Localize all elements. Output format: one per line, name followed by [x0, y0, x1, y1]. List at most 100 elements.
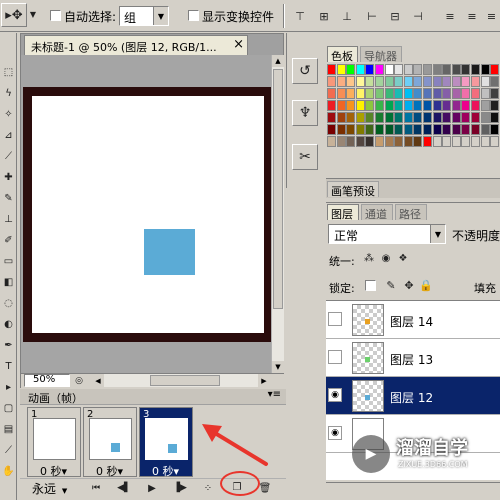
color-swatch[interactable] [375, 64, 384, 75]
color-swatch[interactable] [451, 112, 461, 123]
color-swatch[interactable] [403, 88, 413, 99]
align-bottom-icon[interactable]: ⊥ [337, 6, 357, 26]
color-swatch[interactable] [471, 76, 480, 87]
color-swatch[interactable] [346, 76, 356, 87]
crop-tool-icon[interactable]: ⊿ [0, 125, 17, 146]
play-icon[interactable]: ▶ [142, 480, 162, 496]
color-swatch[interactable] [461, 88, 471, 99]
color-swatch[interactable] [394, 100, 404, 111]
type-tool-icon[interactable]: T [0, 356, 17, 377]
animation-frame[interactable]: 20 秒▾ [83, 407, 137, 479]
color-swatch[interactable] [451, 124, 461, 135]
color-swatch[interactable] [403, 100, 413, 111]
magic-wand-tool-icon[interactable]: ✧ [0, 104, 17, 125]
color-swatch[interactable] [490, 100, 500, 111]
zoom-field[interactable]: 50% [24, 374, 70, 387]
color-swatch[interactable] [336, 64, 346, 75]
color-swatch[interactable] [461, 100, 471, 111]
color-swatch[interactable] [461, 136, 471, 147]
history-brush-tool-icon[interactable]: ✐ [0, 230, 17, 251]
color-swatch[interactable] [480, 136, 490, 147]
color-swatch[interactable] [442, 100, 452, 111]
color-swatch[interactable] [442, 112, 452, 123]
history-icon[interactable]: ↺ [292, 58, 318, 84]
unify-visibility-icon[interactable]: ◉ [379, 251, 393, 265]
tab-brush-presets[interactable]: 画笔预设 [327, 181, 379, 198]
color-swatch[interactable] [423, 124, 432, 135]
previous-frame-icon[interactable]: ◀▌ [114, 480, 134, 496]
color-swatch[interactable] [384, 100, 394, 111]
color-swatch[interactable] [461, 64, 471, 75]
slice-tool-icon[interactable]: ⟋ [0, 146, 17, 167]
canvas[interactable] [32, 96, 264, 333]
align-vertical-center-icon[interactable]: ⊞ [314, 6, 334, 26]
color-swatch[interactable] [471, 124, 480, 135]
layer-row[interactable]: 图层 13 [326, 339, 500, 377]
frame-delay[interactable]: 0 秒▾ [152, 463, 179, 479]
eye-icon[interactable]: ◉ [328, 388, 342, 402]
color-swatch[interactable] [365, 124, 375, 135]
tab-swatches[interactable]: 色板 [327, 46, 358, 63]
color-swatch[interactable] [365, 100, 375, 111]
layer-row[interactable]: ◉ 图层 12 [326, 377, 500, 415]
tab-paths[interactable]: 路径 [395, 204, 427, 221]
color-swatch[interactable] [355, 136, 365, 147]
color-swatch[interactable] [384, 64, 394, 75]
color-swatch[interactable] [442, 64, 452, 75]
notes-tool-icon[interactable]: ▤ [0, 419, 17, 440]
color-swatch[interactable] [480, 64, 490, 75]
color-swatch[interactable] [336, 136, 346, 147]
color-swatch[interactable] [490, 124, 500, 135]
color-swatch[interactable] [471, 100, 480, 111]
color-swatch[interactable] [490, 136, 500, 147]
color-swatch[interactable] [355, 88, 365, 99]
color-swatch[interactable] [432, 76, 442, 87]
color-swatch[interactable] [394, 76, 404, 87]
color-swatch[interactable] [355, 76, 365, 87]
color-swatch[interactable] [327, 136, 336, 147]
color-swatch[interactable] [327, 64, 336, 75]
scroll-left-arrow-icon[interactable]: ◀ [92, 374, 104, 387]
color-swatch[interactable] [413, 124, 423, 135]
blur-tool-icon[interactable]: ◌ [0, 293, 17, 314]
animation-frame[interactable]: 10 秒▾ [27, 407, 81, 478]
lock-transparent-icon[interactable] [365, 280, 376, 291]
color-swatch[interactable] [423, 76, 432, 87]
layer-row[interactable]: 图层 14 [326, 301, 500, 339]
align-horizontal-center-icon[interactable]: ⊟ [385, 6, 405, 26]
color-swatch[interactable] [365, 88, 375, 99]
lasso-tool-icon[interactable]: ϟ [0, 83, 17, 104]
document-tab[interactable]: 未标题-1 @ 50% (图层 12, RGB/1... × [24, 35, 248, 55]
vertical-scrollbar[interactable]: ▲ ▼ [271, 55, 284, 373]
color-swatch[interactable] [413, 136, 423, 147]
color-swatch[interactable] [403, 112, 413, 123]
frame-delay[interactable]: 0 秒▾ [96, 463, 123, 479]
color-swatch[interactable] [471, 136, 480, 147]
color-swatch[interactable] [442, 124, 452, 135]
color-swatch[interactable] [451, 88, 461, 99]
color-swatch[interactable] [432, 136, 442, 147]
color-swatch[interactable] [346, 88, 356, 99]
color-swatch[interactable] [365, 136, 375, 147]
color-swatch[interactable] [336, 124, 346, 135]
color-swatch[interactable] [490, 76, 500, 87]
color-swatch[interactable] [413, 76, 423, 87]
color-swatch[interactable] [327, 76, 336, 87]
eye-icon[interactable]: ◉ [328, 426, 342, 440]
color-swatch[interactable] [355, 124, 365, 135]
color-swatch[interactable] [384, 76, 394, 87]
lock-move-icon[interactable]: ✥ [402, 278, 416, 292]
color-swatch[interactable] [442, 136, 452, 147]
color-swatch[interactable] [365, 76, 375, 87]
color-swatch[interactable] [403, 64, 413, 75]
color-swatch[interactable] [471, 112, 480, 123]
color-swatch[interactable] [442, 76, 452, 87]
color-swatch[interactable] [384, 88, 394, 99]
color-swatch[interactable] [384, 112, 394, 123]
blend-mode-dropdown[interactable]: 正常 ▼ [328, 224, 446, 244]
align-right-icon[interactable]: ⊣ [408, 6, 428, 26]
color-swatch[interactable] [375, 124, 384, 135]
color-swatch[interactable] [403, 76, 413, 87]
color-swatch[interactable] [413, 64, 423, 75]
loop-option[interactable]: 永远 ▼ [32, 480, 76, 496]
